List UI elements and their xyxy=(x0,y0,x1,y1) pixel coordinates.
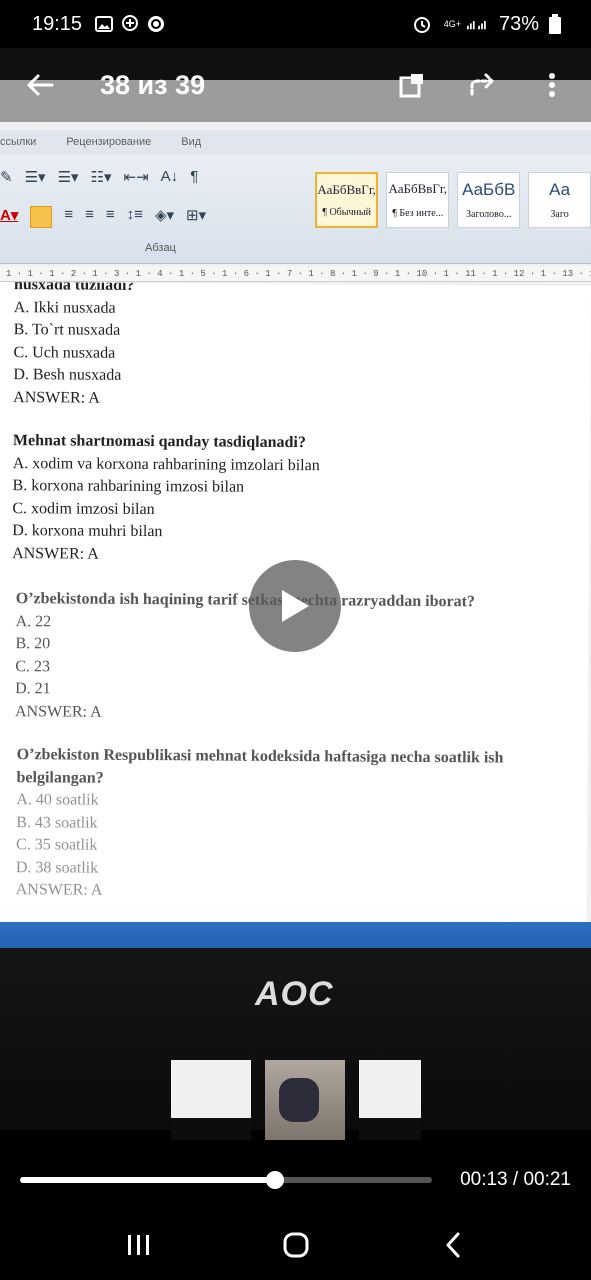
justify-icon: ≡ xyxy=(105,206,115,223)
numbering-icon: ☰▾ xyxy=(57,169,79,186)
system-nav-bar xyxy=(0,1210,591,1280)
seek-bar[interactable] xyxy=(20,1171,432,1189)
question-block: O’zbekiston Respublikasi mehnat kodeksid… xyxy=(16,744,591,906)
status-time: 19:15 xyxy=(32,12,83,35)
back-button[interactable] xyxy=(24,69,56,101)
viewer-top-bar: 38 из 39 xyxy=(0,48,591,122)
video-player-controls: 00:13 / 00:21 xyxy=(0,1150,591,1210)
forward-button[interactable] xyxy=(467,70,497,100)
battery-percent: 73% xyxy=(498,12,539,35)
answer: ANSWER: A xyxy=(13,388,100,407)
style-no-spacing: АаБбВвГг, ¶ Без инте... xyxy=(386,172,450,228)
align-right-icon: ≡ xyxy=(85,206,94,223)
option: B. To`rt nusxada xyxy=(13,321,121,339)
thumbnail[interactable] xyxy=(264,1060,345,1140)
question-block: Mehnat shartnomasi qanday tasdiqlanadi? … xyxy=(12,430,591,569)
status-bar: 19:15 4G+ 73% xyxy=(0,0,591,48)
monitor-screen: ссылки Рецензирование Вид ✎ ☰▾ ☰▾ ☷▾ ⇤⇥ … xyxy=(0,80,591,990)
play-button[interactable] xyxy=(249,560,341,652)
open-in-app-button[interactable] xyxy=(397,70,427,100)
option: D. korxona muhri bilan xyxy=(12,522,163,541)
line-spacing-icon: ↕≡ xyxy=(126,206,143,223)
borders-icon: ⊞▾ xyxy=(186,207,207,224)
recents-icon xyxy=(127,1235,149,1255)
style-heading-1: АаБбВ Заголово... xyxy=(457,172,521,228)
question-block: nusxada tuziladi? A. Ikki nusxada B. To`… xyxy=(13,282,591,413)
align-left-icon xyxy=(30,206,53,228)
thumbnail-strip xyxy=(0,1050,591,1150)
thumbnail[interactable] xyxy=(170,1060,251,1140)
thumbnail[interactable] xyxy=(358,1060,421,1140)
font-color-icon: A▾ xyxy=(0,207,19,224)
word-tab: Рецензирование xyxy=(66,136,152,148)
chevron-left-icon xyxy=(446,1232,459,1258)
answer: ANSWER: A xyxy=(15,881,103,899)
format-painter-icon: ✎ xyxy=(0,169,13,186)
home-button[interactable] xyxy=(276,1225,316,1265)
more-options-button[interactable] xyxy=(537,70,567,100)
playback-time: 00:13 / 00:21 xyxy=(460,1169,571,1190)
ribbon-align-tools: A▾ ≡ ≡ ≡ ↕≡ ◈▾ ⊞▾ xyxy=(0,206,206,228)
signal-icon xyxy=(466,14,487,34)
word-ribbon: ✎ ☰▾ ☰▾ ☷▾ ⇤⇥ A↓ ¶ A▾ ≡ ≡ ≡ ↕≡ ◈▾ ⊞▾ Абз… xyxy=(0,154,591,264)
sort-icon: A↓ xyxy=(160,168,179,185)
option: D. Besh nusxada xyxy=(13,366,122,384)
word-tab: Вид xyxy=(181,136,202,148)
open-in-app-icon xyxy=(399,74,423,98)
status-right: 4G+ 73% xyxy=(412,13,571,36)
paragraph-group-label: Абзац xyxy=(145,242,176,254)
back-nav-button[interactable] xyxy=(433,1225,473,1265)
media-counter: 38 из 39 xyxy=(100,69,206,100)
share-forward-icon xyxy=(470,73,494,96)
home-icon xyxy=(283,1232,308,1258)
more-vert-icon xyxy=(549,73,555,97)
alarm-icon xyxy=(412,14,432,34)
chat-notification-icon xyxy=(120,14,140,34)
word-ruler: 1 · 1 · 1 · 2 · 1 · 3 · 1 · 4 · 1 · 5 · … xyxy=(0,266,591,282)
recents-button[interactable] xyxy=(119,1225,159,1265)
style-heading-2: Аа Заго xyxy=(528,172,591,228)
monitor-logo: AOC xyxy=(255,975,334,1013)
seek-bar-progress xyxy=(20,1177,276,1183)
top-bar-actions xyxy=(397,70,591,100)
word-ribbon-tabs: ссылки Рецензирование Вид xyxy=(0,130,591,154)
seek-bar-handle[interactable] xyxy=(266,1171,285,1189)
sync-notification-icon xyxy=(146,14,166,34)
word-tab: ссылки xyxy=(0,136,37,148)
pilcrow-icon: ¶ xyxy=(190,168,199,185)
gallery-notification-icon xyxy=(94,14,114,34)
battery-icon xyxy=(545,14,565,34)
multilevel-list-icon: ☷▾ xyxy=(90,169,112,186)
answer: ANSWER: A xyxy=(14,702,102,721)
ribbon-paragraph-tools: ✎ ☰▾ ☰▾ ☷▾ ⇤⇥ A↓ ¶ xyxy=(0,168,198,186)
option: B. korxona rahbarining imzosi bilan xyxy=(12,477,245,496)
shading-icon: ◈▾ xyxy=(154,207,175,224)
align-center-icon: ≡ xyxy=(64,206,74,223)
bullets-icon: ☰▾ xyxy=(24,169,46,186)
indent-icon: ⇤⇥ xyxy=(123,169,149,186)
play-icon xyxy=(282,590,309,622)
arrow-left-icon xyxy=(27,74,54,96)
styles-gallery: АаБбВвГг, ¶ Обычный АаБбВвГг, ¶ Без инте… xyxy=(315,172,591,228)
network-type: 4G+ xyxy=(443,18,461,29)
style-normal: АаБбВвГг, ¶ Обычный xyxy=(315,172,379,228)
